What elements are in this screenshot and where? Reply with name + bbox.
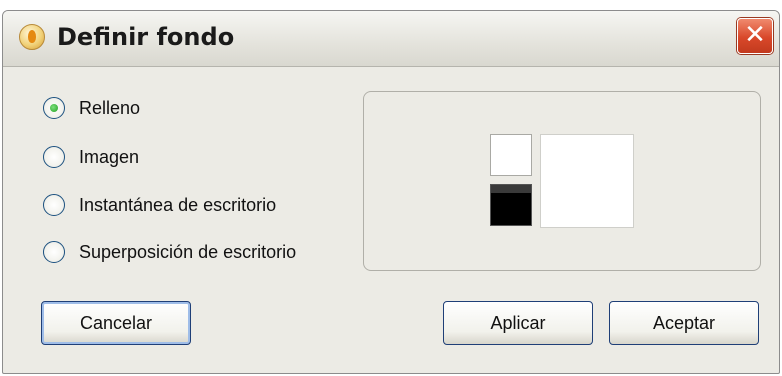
option-fill[interactable]: Relleno — [43, 93, 140, 123]
apply-button[interactable]: Aplicar — [443, 301, 593, 345]
option-label: Instantánea de escritorio — [79, 194, 277, 215]
background-preview — [540, 134, 634, 228]
radio-desktop-overlay[interactable] — [43, 241, 65, 263]
option-image[interactable]: Imagen — [43, 142, 139, 172]
radio-desktop-snapshot[interactable] — [43, 194, 65, 216]
radio-image[interactable] — [43, 146, 65, 168]
foreground-color-swatch[interactable] — [490, 134, 532, 176]
background-color-swatch[interactable] — [490, 184, 532, 226]
close-button[interactable]: ✕ — [737, 18, 773, 54]
option-label: Relleno — [79, 97, 141, 118]
dialog-title: Definir fondo — [57, 23, 235, 51]
title-bar: Definir fondo ✕ — [3, 11, 779, 67]
app-flame-icon — [19, 24, 45, 50]
preview-panel — [363, 91, 761, 271]
option-desktop-overlay[interactable]: Superposición de escritorio — [43, 237, 296, 267]
option-desktop-snapshot[interactable]: Instantánea de escritorio — [43, 190, 276, 220]
radio-fill[interactable] — [43, 97, 65, 119]
option-label: Imagen — [79, 146, 140, 167]
cancel-button[interactable]: Cancelar — [41, 301, 191, 345]
accept-button[interactable]: Aceptar — [609, 301, 759, 345]
define-background-dialog: Definir fondo ✕ Relleno Imagen Instantán… — [2, 10, 780, 374]
option-label: Superposición de escritorio — [79, 241, 297, 262]
